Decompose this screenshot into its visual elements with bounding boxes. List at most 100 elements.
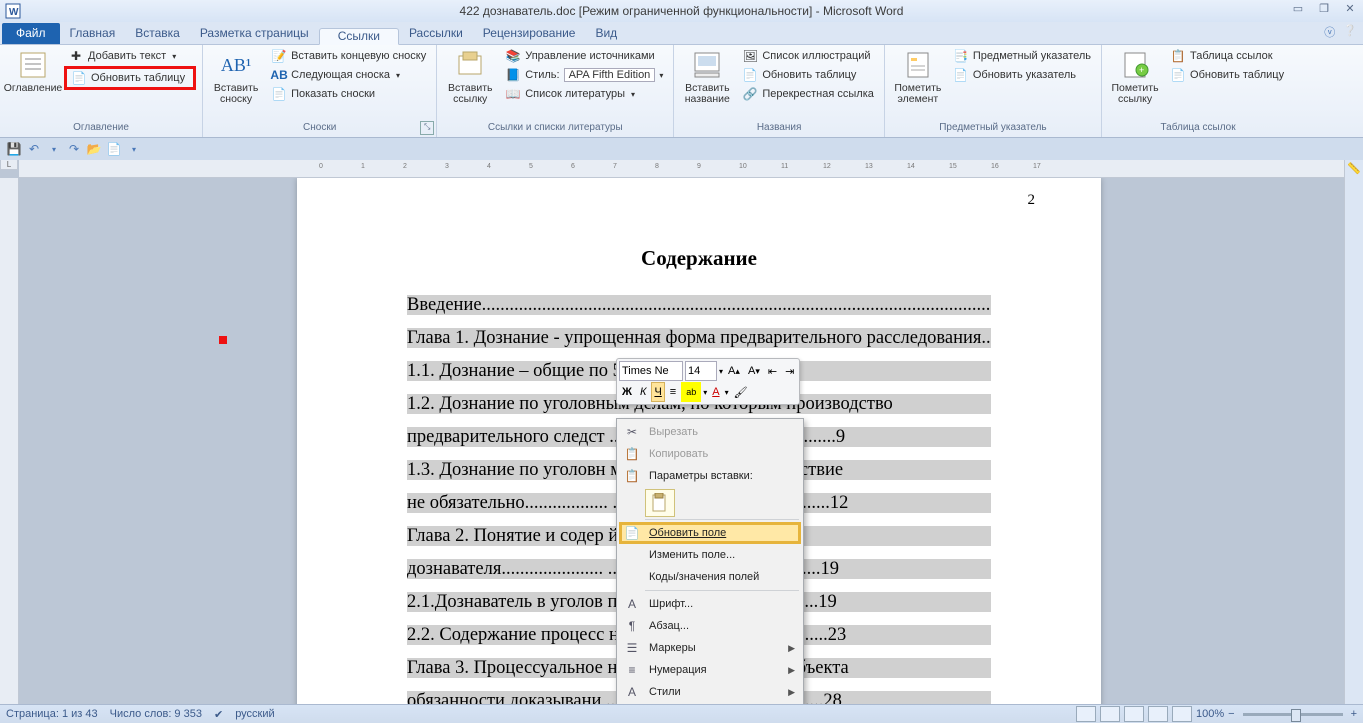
zoom-out-icon[interactable]: −: [1228, 708, 1234, 720]
spellcheck-icon[interactable]: ✔: [214, 708, 223, 721]
show-notes-button[interactable]: 📄Показать сноски: [267, 85, 430, 103]
decrease-indent-icon[interactable]: ⇤: [765, 361, 780, 381]
undo-icon[interactable]: ↶: [26, 141, 42, 157]
help-icon[interactable]: ❔: [1343, 24, 1357, 40]
zoom-level[interactable]: 100%: [1196, 708, 1224, 720]
ctx-cut[interactable]: ✂Вырезать: [619, 421, 801, 443]
toc-label: Оглавление: [4, 83, 63, 94]
toc-line[interactable]: Глава 1. Дознание - упрощенная форма пре…: [407, 328, 991, 348]
page-area[interactable]: 2 Содержание Введение...................…: [19, 178, 1363, 705]
ctx-update-field[interactable]: 📄Обновить поле: [619, 522, 801, 544]
footnotes-launcher[interactable]: ⤡: [420, 121, 434, 135]
status-words[interactable]: Число слов: 9 353: [110, 708, 202, 720]
view-print-layout-icon[interactable]: [1076, 706, 1096, 722]
bold-button[interactable]: Ж: [619, 382, 635, 402]
font-family-selector[interactable]: [619, 361, 683, 381]
tab-mailings[interactable]: Рассылки: [399, 23, 473, 44]
view-web-icon[interactable]: [1124, 706, 1144, 722]
grow-font-icon[interactable]: A▴: [725, 361, 743, 381]
mark-citation-button[interactable]: + Пометить ссылку: [1108, 47, 1162, 105]
minimize-icon[interactable]: ▭: [1289, 2, 1307, 15]
italic-button[interactable]: К: [637, 382, 649, 402]
align-center-icon[interactable]: ≡: [667, 382, 679, 402]
crossref-button[interactable]: 🔗Перекрестная ссылка: [738, 85, 878, 103]
style-label: Стиль:: [525, 69, 559, 81]
update-captions-button[interactable]: 📄Обновить таблицу: [738, 66, 878, 84]
font-size-selector[interactable]: [685, 361, 717, 381]
manage-sources-button[interactable]: 📚Управление источниками: [501, 47, 667, 65]
tab-layout[interactable]: Разметка страницы: [190, 23, 319, 44]
increase-indent-icon[interactable]: ⇥: [782, 361, 797, 381]
toc-button[interactable]: Оглавление: [6, 47, 60, 94]
ctx-bullets[interactable]: ☰Маркеры▶: [619, 637, 801, 659]
sources-label: Управление источниками: [525, 50, 654, 62]
view-outline-icon[interactable]: [1148, 706, 1168, 722]
tab-review[interactable]: Рецензирование: [473, 23, 586, 44]
folder-icon[interactable]: 📂: [86, 141, 102, 157]
zoom-slider[interactable]: [1243, 713, 1343, 716]
ruler-toggle-icon[interactable]: 📏: [1345, 162, 1363, 175]
ctx-edit-field[interactable]: Изменить поле...: [619, 544, 801, 566]
styles-label: Стили: [649, 686, 681, 698]
ribbon-minimize-icon[interactable]: ⓥ: [1324, 24, 1335, 40]
underline-button[interactable]: Ч: [651, 382, 664, 402]
quick-access-toolbar: 💾 ↶ ▾ ↷ 📂 📄 ▾: [0, 138, 1363, 161]
update-index-button[interactable]: 📄Обновить указатель: [949, 66, 1095, 84]
tab-home[interactable]: Главная: [60, 23, 126, 44]
qat-customize-icon[interactable]: ▾: [126, 141, 142, 157]
insert-citation-button[interactable]: Вставить ссылку: [443, 47, 497, 105]
update-toc-button[interactable]: 📄Обновить таблицу: [64, 66, 196, 90]
status-page[interactable]: Страница: 1 из 43: [6, 708, 98, 720]
cut-icon: ✂: [623, 424, 641, 440]
status-language[interactable]: русский: [235, 708, 274, 720]
illustrations-button[interactable]: 🖼Список иллюстраций: [738, 47, 878, 65]
save-icon[interactable]: 💾: [6, 141, 22, 157]
footnote-icon: AB¹: [220, 49, 252, 81]
next-footnote-button[interactable]: ABСледующая сноска▾: [267, 66, 430, 84]
tab-file[interactable]: Файл: [2, 23, 60, 44]
style-value[interactable]: APA Fifth Edition: [564, 68, 656, 82]
bibliography-button[interactable]: 📖Список литературы▾: [501, 85, 667, 103]
add-text-icon: ✚: [68, 48, 84, 64]
close-icon[interactable]: ✕: [1341, 2, 1359, 15]
undo-dropdown-icon[interactable]: ▾: [46, 141, 62, 157]
endnote-button[interactable]: 📝Вставить концевую сноску: [267, 47, 430, 65]
ctx-numbering[interactable]: ≡Нумерация▶: [619, 659, 801, 681]
font-color-icon[interactable]: A: [709, 382, 722, 402]
zoom-in-icon[interactable]: +: [1351, 708, 1357, 720]
caption-icon: [691, 49, 723, 81]
ctx-copy[interactable]: 📋Копировать: [619, 443, 801, 465]
style-selector[interactable]: 📘Стиль: APA Fifth Edition▾: [501, 66, 667, 84]
submenu-arrow-icon: ▶: [788, 643, 795, 654]
styles-icon: A: [623, 684, 641, 700]
group-citations: Вставить ссылку 📚Управление источниками …: [437, 45, 674, 137]
mark-citation-label: Пометить ссылку: [1111, 83, 1158, 105]
group-citations-title: Ссылки и списки литературы: [443, 122, 667, 135]
maximize-icon[interactable]: ❐: [1315, 2, 1333, 15]
ctx-toggle-codes[interactable]: Коды/значения полей: [619, 566, 801, 588]
group-toc-title: Оглавление: [6, 122, 196, 135]
redo-icon[interactable]: ↷: [66, 141, 82, 157]
tab-insert[interactable]: Вставка: [125, 23, 190, 44]
shrink-font-icon[interactable]: A▾: [745, 361, 763, 381]
ctx-paragraph[interactable]: ¶Абзац...: [619, 615, 801, 637]
mark-entry-button[interactable]: Пометить элемент: [891, 47, 945, 105]
insert-caption-button[interactable]: Вставить название: [680, 47, 734, 105]
view-draft-icon[interactable]: [1172, 706, 1192, 722]
format-painter-icon[interactable]: 🖌: [731, 382, 751, 402]
paste-option-keep-text[interactable]: [645, 489, 675, 517]
authorities-button[interactable]: 📋Таблица ссылок: [1166, 47, 1288, 65]
new-doc-icon[interactable]: 📄: [106, 141, 122, 157]
highlight-icon[interactable]: ab: [681, 382, 701, 402]
insert-index-button[interactable]: 📑Предметный указатель: [949, 47, 1095, 65]
tab-view[interactable]: Вид: [585, 23, 627, 44]
add-text-label: Добавить текст: [88, 50, 166, 62]
add-text-button[interactable]: ✚Добавить текст▾: [64, 47, 196, 65]
ctx-styles[interactable]: AСтили▶: [619, 681, 801, 703]
toc-line[interactable]: Введение................................…: [407, 295, 991, 315]
tab-references[interactable]: Ссылки: [319, 28, 399, 45]
insert-footnote-button[interactable]: AB¹ Вставить сноску: [209, 47, 263, 105]
update-authorities-button[interactable]: 📄Обновить таблицу: [1166, 66, 1288, 84]
ctx-font[interactable]: AШрифт...: [619, 593, 801, 615]
view-fullscreen-icon[interactable]: [1100, 706, 1120, 722]
